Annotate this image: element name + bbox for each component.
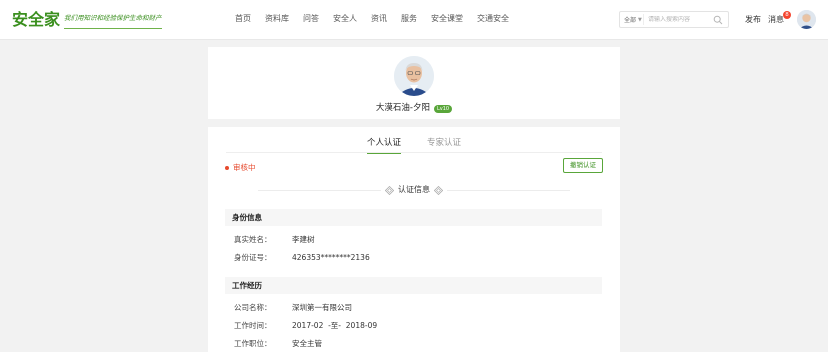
- profile-name-row: 大漠石油-夕阳 Lv10: [208, 103, 620, 114]
- row-value: 深圳第一有限公司: [292, 303, 352, 312]
- profile-card: 大漠石油-夕阳 Lv10: [208, 47, 620, 119]
- diamond-icon: [385, 185, 394, 195]
- review-status: 审核中: [225, 163, 256, 173]
- publish-link[interactable]: 发布: [745, 14, 761, 26]
- row-label: 工作时间：: [234, 321, 272, 330]
- avatar-portrait-icon: [797, 10, 816, 29]
- nav-item-library[interactable]: 资料库: [265, 13, 289, 25]
- nav-item-qa[interactable]: 问答: [303, 13, 319, 25]
- divider-line: [258, 189, 381, 191]
- profile-name: 大漠石油-夕阳: [375, 103, 430, 113]
- row-label: 工作职位：: [234, 339, 272, 348]
- messages-count-badge: 8: [783, 11, 791, 19]
- info-row-work-period: 工作时间： 2017-02 -至- 2018-09: [234, 321, 377, 331]
- search-icon[interactable]: [713, 15, 723, 25]
- row-label: 真实姓名：: [234, 235, 272, 244]
- nav-item-traffic-safety[interactable]: 交通安全: [477, 13, 509, 25]
- messages-link[interactable]: 消息: [768, 14, 784, 26]
- info-row-company: 公司名称： 深圳第一有限公司: [234, 303, 352, 313]
- row-value: 安全主管: [292, 339, 322, 348]
- nav-item-safety-people[interactable]: 安全人: [333, 13, 357, 25]
- main-nav: 首页 资料库 问答 安全人 资讯 服务 安全课堂 交通安全: [235, 13, 523, 25]
- status-dot-icon: [225, 166, 229, 170]
- status-label: 审核中: [233, 163, 256, 172]
- row-value: 李建树: [292, 235, 315, 244]
- search-scope-label: 全部: [624, 17, 637, 24]
- section-title-row: 认证信息: [258, 184, 570, 196]
- divider-line: [447, 189, 570, 191]
- level-badge: Lv10: [433, 104, 453, 113]
- nav-item-home[interactable]: 首页: [235, 13, 251, 25]
- user-avatar[interactable]: [797, 10, 816, 29]
- withdraw-certification-button[interactable]: 撤销认证: [563, 158, 603, 173]
- nav-item-services[interactable]: 服务: [401, 13, 417, 25]
- tab-divider: [226, 152, 602, 153]
- identity-info-header: 身份信息: [225, 209, 602, 226]
- row-label: 公司名称：: [234, 303, 272, 312]
- search-box: 全部 ▼: [619, 11, 729, 28]
- work-experience-header: 工作经历: [225, 277, 602, 294]
- search-input[interactable]: [644, 16, 708, 23]
- info-row-id-number: 身份证号： 426353********2136: [234, 253, 370, 263]
- logo-text: 安全家: [12, 10, 61, 29]
- info-row-real-name: 真实姓名： 李建树: [234, 235, 315, 245]
- row-value: 2017-02 -至- 2018-09: [292, 321, 378, 330]
- logo-slogan: 我们用知识和经验保护生命和财产: [64, 13, 162, 29]
- chevron-down-icon: ▼: [638, 16, 642, 23]
- profile-avatar: [394, 56, 434, 96]
- nav-item-safety-class[interactable]: 安全课堂: [431, 13, 463, 25]
- top-navigation-bar: 安全家 我们用知识和经验保护生命和财产 首页 资料库 问答 安全人 资讯 服务 …: [0, 0, 828, 40]
- profile-portrait-icon: [394, 56, 434, 96]
- diamond-icon: [434, 185, 443, 195]
- search-scope-select[interactable]: 全部 ▼: [620, 14, 644, 25]
- info-row-position: 工作职位： 安全主管: [234, 339, 322, 349]
- row-label: 身份证号：: [234, 253, 272, 262]
- row-value: 426353********2136: [292, 253, 370, 262]
- section-title: 认证信息: [398, 185, 430, 194]
- nav-item-news[interactable]: 资讯: [371, 13, 387, 25]
- site-logo[interactable]: 安全家 我们用知识和经验保护生命和财产: [12, 9, 162, 29]
- certification-card: 个人认证 专家认证 审核中 撤销认证 认证信息 身份信息 真实姓名： 李建树 身…: [208, 127, 620, 352]
